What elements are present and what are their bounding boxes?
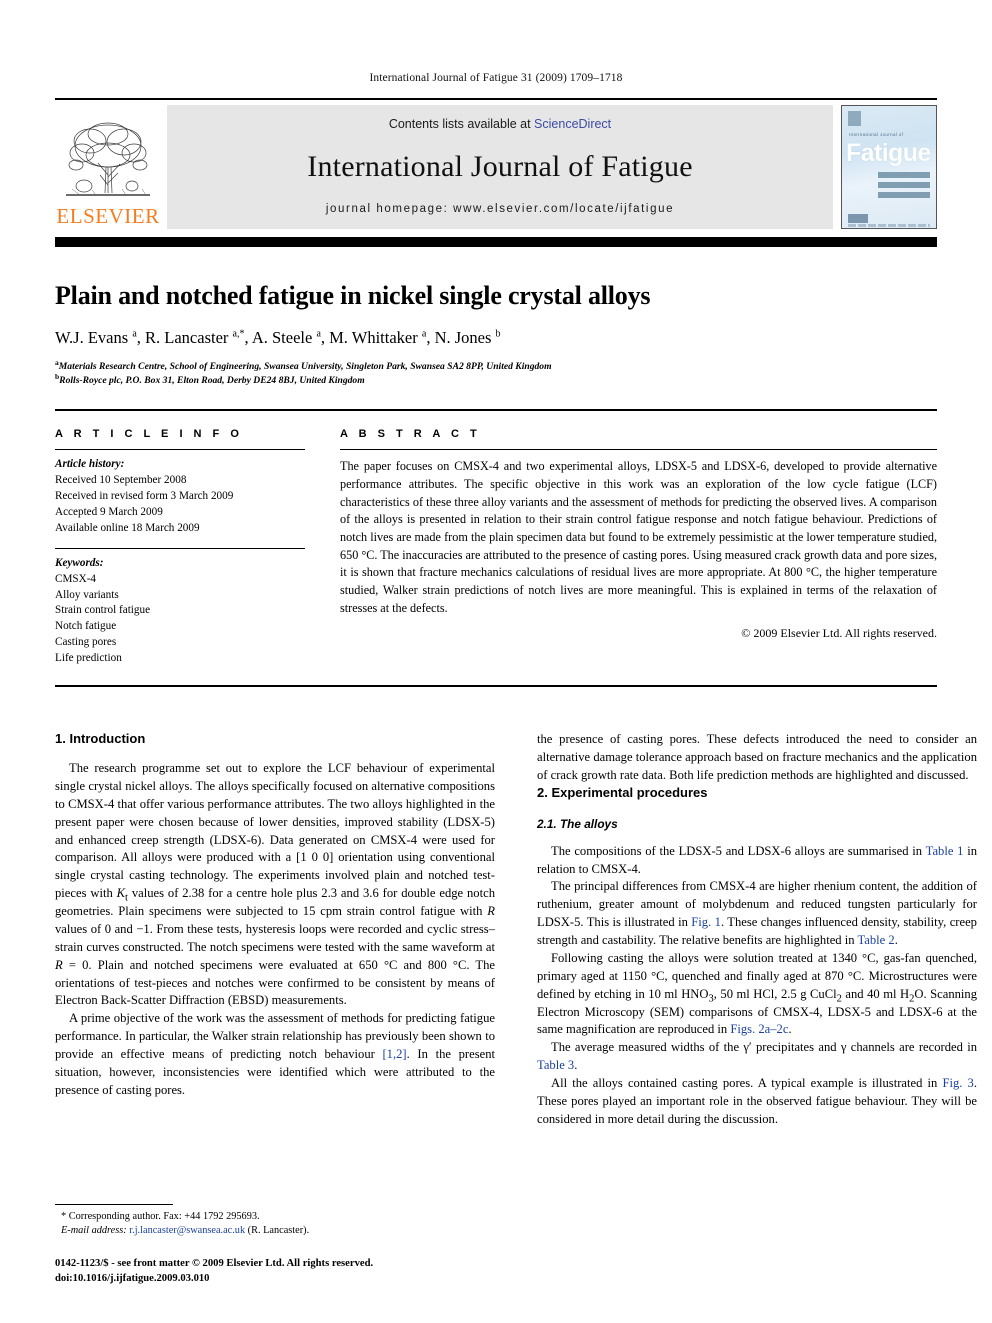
article-info-heading: A R T I C L E I N F O [55, 428, 243, 441]
contents-prefix: Contents lists available at [388, 117, 535, 131]
info-section-top-rule [55, 409, 937, 412]
heading-the-alloys: 2.1. The alloys [537, 816, 618, 831]
keyword-item: Notch fatigue [55, 620, 117, 633]
cover-subtitle: International Journal of [849, 132, 904, 137]
info-section-bottom-rule [55, 685, 937, 688]
body-column-right: the presence of casting pores. These def… [537, 731, 977, 1129]
journal-article-page: International Journal of Fatigue 31 (200… [0, 0, 992, 1323]
contents-available-line: Contents lists available at ScienceDirec… [389, 117, 611, 131]
email-note: E-mail address: r.j.lancaster@swansea.ac… [55, 1224, 495, 1239]
running-head: International Journal of Fatigue 31 (200… [369, 72, 623, 84]
doi-line: doi:10.1016/j.ijfatigue.2009.03.010 [55, 1273, 210, 1285]
journal-homepage-link[interactable]: journal homepage: www.elsevier.com/locat… [326, 203, 674, 215]
keywords-label: Keywords: [55, 556, 104, 569]
figure-ref[interactable]: Figs. 2a–2c [730, 1022, 788, 1036]
cover-bar [878, 192, 930, 198]
heading-experimental-procedures: 2. Experimental procedures [537, 784, 708, 800]
keyword-item: Casting pores [55, 636, 117, 649]
table-ref[interactable]: Table 2 [857, 933, 894, 947]
heading-introduction: 1. Introduction [55, 731, 146, 747]
cover-footer-text-block [848, 224, 930, 227]
masthead-black-band [55, 237, 937, 247]
abstract-copyright: © 2009 Elsevier Ltd. All rights reserved… [741, 626, 937, 641]
keywords-rule [55, 547, 305, 549]
article-history-block: Article history: Received 10 September 2… [55, 457, 305, 537]
figure-ref[interactable]: Fig. 1 [691, 915, 721, 929]
intro-paragraph-2-continued: the presence of casting pores. These def… [537, 732, 977, 782]
abstract-text: The paper focuses on CMSX-4 and two expe… [340, 459, 937, 615]
elsevier-logo: ELSEVIER [55, 105, 161, 229]
alloys-paragraph-5: All the alloys contained casting pores. … [537, 1076, 977, 1126]
footnote-block: * Corresponding author. Fax: +44 1792 29… [55, 1203, 495, 1288]
alloys-paragraph-3: Following casting the alloys were soluti… [537, 950, 978, 1037]
author-list: W.J. Evans a, R. Lancaster a,*, A. Steel… [55, 328, 501, 348]
alloys-paragraph-4: The average measured widths of the γ′ pr… [537, 1040, 977, 1073]
cover-bar [878, 182, 930, 188]
affiliations: aMaterials Research Centre, School of En… [55, 358, 937, 388]
masthead-center-panel: Contents lists available at ScienceDirec… [167, 105, 833, 229]
cover-bar [878, 172, 930, 178]
alloys-paragraph-1: The compositions of the LDSX-5 and LDSX-… [537, 843, 978, 876]
info-abstract-row: A R T I C L E I N F O Article history: R… [55, 428, 937, 667]
keyword-item: Strain control fatigue [55, 604, 151, 617]
history-item: Received 10 September 2008 [55, 474, 187, 487]
history-item: Accepted 9 March 2009 [55, 505, 163, 518]
body-column-left: 1. Introduction The research programme s… [55, 731, 495, 1129]
cover-elsevier-mark-icon [848, 111, 861, 126]
abstract-rule [340, 449, 937, 451]
intro-paragraph-2: A prime objective of the work was the as… [55, 1011, 495, 1097]
alloys-paragraph-2: The principal differences from CMSX-4 ar… [537, 879, 977, 948]
abstract-column: A B S T R A C T The paper focuses on CMS… [340, 428, 937, 667]
issn-line: 0142-1123/$ - see front matter © 2009 El… [55, 1258, 374, 1270]
keywords-block: Keywords: CMSX-4 Alloy variants Strain c… [55, 556, 305, 667]
citation-ref[interactable]: [1,2] [382, 1047, 406, 1061]
affiliation-a: aMaterials Research Centre, School of En… [55, 358, 552, 373]
corresponding-author-note: * Corresponding author. Fax: +44 1792 29… [61, 1210, 260, 1222]
article-history-label: Article history: [55, 458, 125, 471]
footnote-rule [55, 1203, 173, 1205]
cover-banner-bars [878, 172, 930, 202]
email-suffix: (R. Lancaster). [245, 1225, 310, 1237]
elsevier-tree-icon [66, 122, 150, 196]
elsevier-wordmark: ELSEVIER [56, 204, 160, 228]
article-info-rule [55, 449, 305, 451]
abstract-heading: A B S T R A C T [340, 428, 481, 441]
keyword-item: Alloy variants [55, 588, 119, 601]
journal-title: International Journal of Fatigue [307, 150, 693, 183]
intro-paragraph-1: The research programme set out to explor… [55, 761, 495, 1008]
table-ref[interactable]: Table 3 [537, 1058, 574, 1072]
keyword-item: CMSX-4 [55, 572, 97, 585]
history-item: Available online 18 March 2009 [55, 521, 200, 534]
article-title: Plain and notched fatigue in nickel sing… [55, 281, 651, 310]
figure-ref[interactable]: Fig. 3 [942, 1076, 973, 1090]
masthead-top-rule [55, 98, 937, 100]
sciencedirect-link[interactable]: ScienceDirect [534, 117, 611, 131]
journal-cover-thumbnail: International Journal of Fatigue [841, 105, 937, 229]
journal-masthead: ELSEVIER Contents lists available at Sci… [55, 105, 937, 229]
affiliation-b: bRolls-Royce plc, P.O. Box 31, Elton Roa… [55, 372, 365, 387]
email-link[interactable]: r.j.lancaster@swansea.ac.uk [129, 1225, 245, 1236]
history-item: Received in revised form 3 March 2009 [55, 490, 234, 503]
email-label: E-mail address: [61, 1225, 127, 1237]
keyword-item: Life prediction [55, 652, 122, 665]
table-ref[interactable]: Table 1 [926, 844, 964, 858]
cover-title: Fatigue [846, 139, 931, 167]
cover-footer-mark-icon [848, 214, 868, 223]
body-columns: 1. Introduction The research programme s… [55, 731, 977, 1129]
article-info-column: A R T I C L E I N F O Article history: R… [55, 428, 305, 667]
imprint-block: 0142-1123/$ - see front matter © 2009 El… [55, 1257, 495, 1287]
